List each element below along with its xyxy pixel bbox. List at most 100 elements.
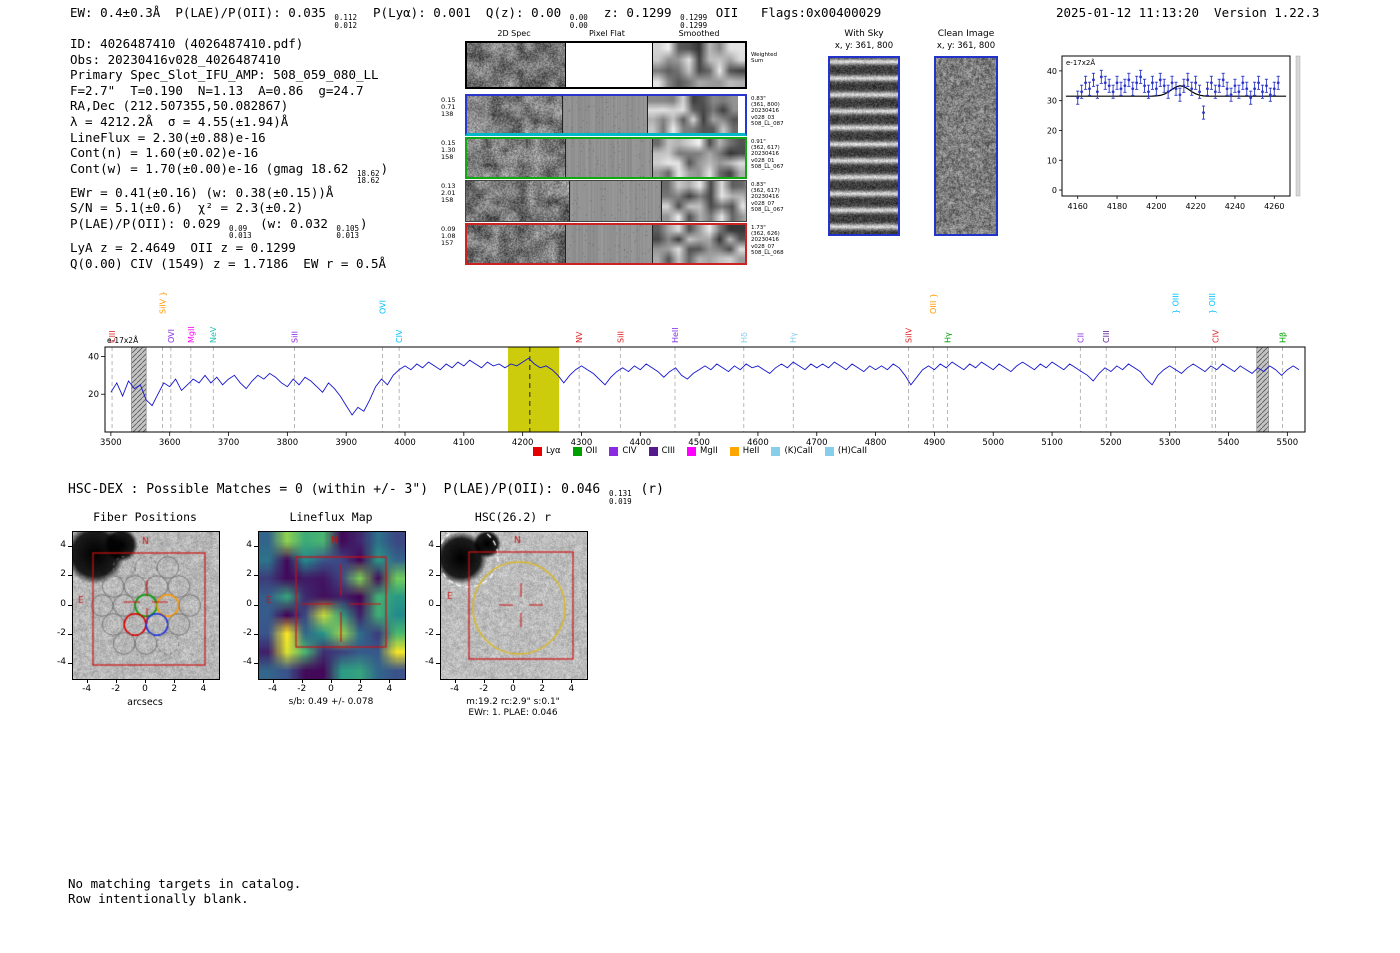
header-summary: EW: 0.4±0.3Å P(LAE)/P(OII): 0.035 0.112 0… [70, 5, 881, 29]
svg-text:e-17x2Å: e-17x2Å [1066, 58, 1095, 67]
legend-label: (K)CaII [784, 446, 813, 456]
tick-mark [436, 604, 440, 606]
stacked-fraction: 0.09 0.013 [229, 223, 252, 241]
tick-label: 0 [328, 684, 334, 694]
svg-text:5200: 5200 [1100, 438, 1122, 448]
legend-swatch [572, 446, 582, 456]
legend-item: CIV [609, 446, 637, 456]
svg-text:3700: 3700 [218, 438, 240, 448]
tick-label: -4 [450, 684, 460, 694]
text-segment: ) [380, 160, 389, 176]
hsc-cutout-title: HSC(26.2) r [474, 510, 552, 524]
text-segment: (w: 0.032 [252, 215, 336, 231]
legend-label: Lyα [546, 446, 561, 456]
tick-label: -4 [268, 684, 278, 694]
info-line: λ = 4212.2Å σ = 4.55(±1.94)Å [70, 114, 388, 130]
fiber-positions-xlabel: arcsecs [127, 697, 163, 708]
cutout-row [465, 94, 747, 136]
svg-text:3900: 3900 [335, 438, 357, 448]
text-segment: LyA z = 2.4649 OII z = 0.1299 [70, 239, 296, 255]
text-segment: Cont(w) = 1.70(±0.00)e-16 (gmag 18.62 [70, 160, 356, 176]
stacked-fraction: 0.1299 0.1299 [680, 13, 708, 30]
svg-text:OVI: OVI [167, 329, 176, 343]
svg-text:4240: 4240 [1225, 202, 1245, 210]
tick-label: 2 [60, 569, 66, 580]
clean-image-frame [934, 56, 998, 236]
text-segment: ) [360, 215, 368, 231]
stacked-fraction: 18.62 18.62 [356, 168, 380, 186]
svg-text:5000: 5000 [982, 438, 1004, 448]
legend-label: MgII [700, 446, 718, 456]
svg-text:NeV: NeV [209, 326, 218, 343]
tick-label: 2 [246, 569, 252, 580]
legend-label: (H)CaII [837, 446, 867, 456]
tick-mark [203, 680, 205, 683]
tick-label: -4 [425, 657, 434, 668]
legend-swatch [687, 446, 697, 456]
svg-text:} OIII: } OIII [1172, 293, 1181, 314]
tick-label: -2 [425, 627, 434, 638]
svg-text:Hδ: Hδ [740, 332, 749, 343]
col-header-2dspec: 2D Spec [497, 29, 531, 38]
svg-text:OVI: OVI [379, 300, 388, 314]
legend-label: OII [585, 446, 598, 456]
text-segment: P(Lyα): 0.001 Q(z): 0.00 [357, 5, 569, 20]
cutout-2dspec-image [466, 181, 570, 221]
tick-mark [254, 633, 258, 635]
svg-text:4220: 4220 [1185, 202, 1205, 210]
cutout-smoothed-image [648, 96, 738, 133]
stacked-fraction: 0.00 0.00 [569, 13, 588, 30]
tick-label: 4 [60, 539, 66, 550]
tick-label: -2 [111, 684, 121, 694]
tick-mark [174, 680, 176, 683]
cutout-smoothed-image [653, 139, 745, 177]
tick-mark [115, 680, 117, 683]
svg-text:HeII: HeII [671, 327, 680, 343]
with-sky-coords: x, y: 361, 800 [834, 41, 894, 51]
tick-label: 2 [428, 569, 434, 580]
svg-text:Hγ: Hγ [943, 332, 952, 343]
text-segment: RA,Dec (212.507355,50.082867) [70, 98, 289, 114]
tick-mark [301, 680, 303, 683]
weighted-sum-label: Weighted Sum [751, 52, 777, 64]
legend-item: MgII [687, 446, 718, 456]
text-segment: F=2.7" T=0.190 N=1.13 A=0.86 g=24.7 [70, 82, 364, 98]
cutout-row-stats: 0.15 1.30 158 [441, 139, 456, 161]
cutout-pixelflat-image [569, 181, 662, 221]
svg-text:4200: 4200 [1146, 202, 1166, 210]
tick-label: 2 [171, 684, 178, 694]
svg-text:CIV: CIV [395, 329, 404, 343]
svg-text:3600: 3600 [159, 438, 181, 448]
text-segment: S/N = 5.1(±0.6) χ² = 2.3(±0.2) [70, 200, 304, 216]
svg-text:CIV: CIV [1212, 329, 1221, 343]
svg-text:5400: 5400 [1218, 438, 1240, 448]
svg-text:SiIV: SiIV [905, 327, 914, 343]
svg-text:SiIV }: SiIV } [159, 291, 168, 314]
tick-mark [360, 680, 362, 683]
footer-line2: Row intentionally blank. [68, 891, 249, 906]
svg-text:5100: 5100 [1041, 438, 1063, 448]
svg-text:10: 10 [1047, 156, 1057, 165]
info-line: Cont(n) = 1.60(±0.02)e-16 [70, 145, 388, 161]
tick-label: 2 [357, 684, 364, 694]
tick-mark [68, 663, 72, 665]
cutout-column-headers: 2D Spec Pixel Flat Smoothed [465, 29, 747, 38]
zoomed-spectrum-chart: 4160 4180 4200 4220 4240 4260 0 10 20 30 40 e-17x2Å [1047, 55, 1301, 210]
text-segment: EW: 0.4±0.3Å P(LAE)/P(OII): 0.035 [70, 5, 334, 20]
svg-text:3800: 3800 [277, 438, 299, 448]
svg-text:CIII: CIII [108, 330, 117, 343]
cutout-pixelflat-image [565, 225, 653, 263]
tick-label: -4 [57, 657, 66, 668]
tick-label: -2 [297, 684, 307, 694]
legend-item: HeII [729, 446, 759, 456]
cutout-2dspec-image [467, 139, 565, 177]
tick-label: -2 [243, 627, 252, 638]
legend-label: CIII [661, 446, 676, 456]
cutout-row-note: 1.73" (362, 626) 20230416 v028_07 508_LL_068 [751, 225, 784, 256]
cutout-row-stats: 0.09 1.08 157 [441, 225, 456, 247]
hsc-cutout-xlabel2: EWr: 1. PLAE: 0.046 [468, 708, 558, 718]
with-sky-frame [828, 56, 900, 236]
tick-label: 2 [539, 684, 546, 694]
text-segment: P(LAE)/P(OII): 0.029 [70, 215, 229, 231]
tick-mark [571, 680, 573, 683]
